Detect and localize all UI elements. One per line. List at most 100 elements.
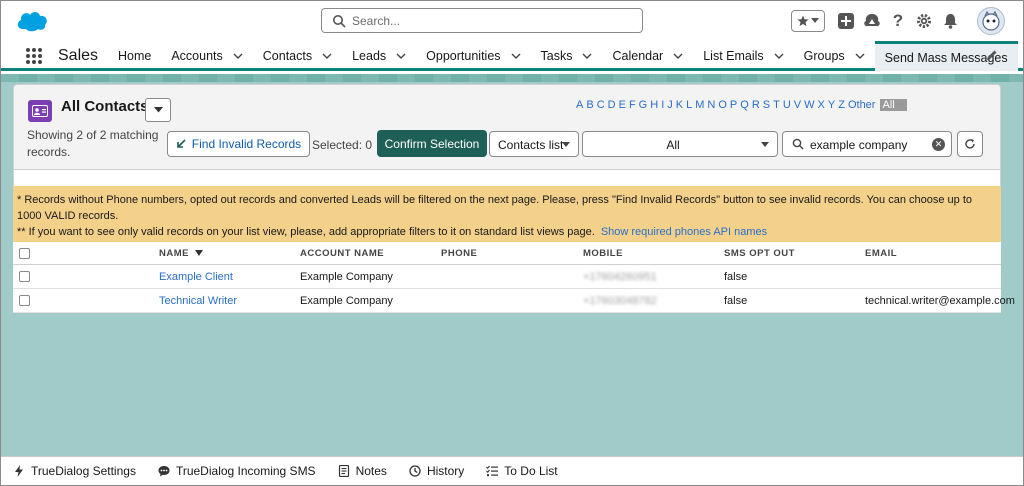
list-search-input[interactable]: example company ✕ <box>782 131 952 157</box>
nav-item-groups[interactable]: Groups <box>794 41 875 71</box>
row-checkbox[interactable] <box>19 271 30 282</box>
nav-item-label: Calendar <box>612 49 664 63</box>
find-invalid-records-button[interactable]: Find Invalid Records <box>167 131 310 157</box>
contact-name-link[interactable]: Technical Writer <box>159 289 237 312</box>
chevron-down-icon[interactable] <box>582 51 592 61</box>
alphabet-letter-r[interactable]: R <box>752 99 760 111</box>
utility-item-to-do-list[interactable]: To Do List <box>486 464 558 478</box>
clear-search-icon[interactable]: ✕ <box>932 138 945 151</box>
alphabet-letter-i[interactable]: I <box>661 99 664 111</box>
app-launcher-icon[interactable] <box>26 48 42 64</box>
alphabet-filter: A B C D E F G H I J K L M N O P Q R S T U V W X Y Z Other All <box>576 99 907 111</box>
alphabet-letter-o[interactable]: O <box>718 99 727 111</box>
nav-item-home[interactable]: Home <box>108 41 161 71</box>
chevron-down-icon[interactable] <box>511 51 521 61</box>
utility-item-truedialog-settings[interactable]: TrueDialog Settings <box>13 464 136 478</box>
nav-item-list-emails[interactable]: List Emails <box>693 41 793 71</box>
alphabet-letter-a[interactable]: A <box>576 99 583 111</box>
notes-icon <box>338 465 349 477</box>
add-icon[interactable] <box>837 12 855 30</box>
column-header-email[interactable]: EMAIL <box>865 242 897 264</box>
show-phones-api-link[interactable]: Show required phones API names <box>601 226 767 238</box>
alphabet-letter-f[interactable]: F <box>629 99 636 111</box>
alphabet-letter-v[interactable]: V <box>794 99 801 111</box>
column-header-account[interactable]: ACCOUNT NAME <box>300 242 384 264</box>
alphabet-letter-j[interactable]: J <box>667 99 673 111</box>
alphabet-letter-c[interactable]: C <box>597 99 605 111</box>
alphabet-letter-n[interactable]: N <box>707 99 715 111</box>
chevron-down-icon <box>153 107 163 113</box>
nav-item-label: Leads <box>352 49 387 63</box>
avatar[interactable] <box>977 7 1005 35</box>
edit-nav-icon[interactable] <box>986 49 998 61</box>
utility-item-notes[interactable]: Notes <box>338 464 387 478</box>
alphabet-letter-d[interactable]: D <box>608 99 616 111</box>
alphabet-letter-q[interactable]: Q <box>740 99 749 111</box>
alphabet-letter-g[interactable]: G <box>639 99 648 111</box>
nav-item-leads[interactable]: Leads <box>342 41 416 71</box>
app-name: Sales <box>58 47 99 64</box>
chevron-down-icon[interactable] <box>774 51 784 61</box>
alphabet-letter-y[interactable]: Y <box>828 99 835 111</box>
refresh-button[interactable] <box>957 131 983 157</box>
arrow-down-left-icon <box>176 139 186 148</box>
alphabet-letter-t[interactable]: T <box>773 99 780 111</box>
confirm-selection-button[interactable]: Confirm Selection <box>377 130 487 157</box>
alphabet-letter-h[interactable]: H <box>650 99 658 111</box>
trailhead-icon[interactable] <box>863 12 881 30</box>
list-view-dropdown-button[interactable] <box>145 98 171 122</box>
alphabet-letter-other[interactable]: Other <box>848 99 876 111</box>
nav-item-tasks[interactable]: Tasks <box>531 41 603 71</box>
bell-icon[interactable] <box>941 12 959 30</box>
row-checkbox[interactable] <box>19 295 30 306</box>
help-icon[interactable]: ? <box>889 11 907 30</box>
nav-item-label: Opportunities <box>426 49 501 63</box>
alphabet-letter-e[interactable]: E <box>619 99 626 111</box>
alphabet-letter-x[interactable]: X <box>818 99 825 111</box>
alphabet-letter-w[interactable]: W <box>804 99 814 111</box>
nav-item-label: Accounts <box>171 49 223 63</box>
lightning-icon <box>15 465 23 477</box>
favorites-button[interactable] <box>791 10 825 32</box>
nav-item-opportunities[interactable]: Opportunities <box>416 41 530 71</box>
nav-item-calendar[interactable]: Calendar <box>602 41 693 71</box>
alphabet-letter-m[interactable]: M <box>695 99 704 111</box>
column-header-mobile[interactable]: MOBILE <box>583 242 623 264</box>
salesforce-cloud-icon[interactable] <box>15 9 49 33</box>
list-view-title: All Contacts <box>61 98 149 115</box>
column-header-name[interactable]: NAME <box>159 242 203 264</box>
refresh-icon <box>965 139 975 149</box>
chevron-down-icon[interactable] <box>673 51 683 61</box>
alphabet-letter-s[interactable]: S <box>763 99 770 111</box>
select-all-checkbox[interactable] <box>19 248 30 259</box>
account-name-cell: Example Company <box>300 294 393 307</box>
alphabet-letter-k[interactable]: K <box>676 99 683 111</box>
gear-icon[interactable] <box>915 12 933 30</box>
nav-item-contacts[interactable]: Contacts <box>253 41 342 71</box>
utility-item-history[interactable]: History <box>409 464 464 478</box>
chevron-down-icon[interactable] <box>322 51 332 61</box>
alphabet-letter-all[interactable]: All <box>880 99 907 111</box>
nav-item-more[interactable]: More <box>1018 41 1023 71</box>
nav-item-accounts[interactable]: Accounts <box>161 41 252 71</box>
chevron-down-icon[interactable] <box>233 51 243 61</box>
utility-item-truedialog-incoming-sms[interactable]: TrueDialog Incoming SMS <box>158 464 316 478</box>
alphabet-letter-u[interactable]: U <box>783 99 791 111</box>
banner-line-2-text: ** If you want to see only valid records… <box>17 226 595 238</box>
chevron-down-icon[interactable] <box>855 51 865 61</box>
app-navigation-bar: Sales Home Accounts Contacts Leads Opportuni… <box>1 41 1023 71</box>
list-type-value: Contacts list <box>498 138 564 152</box>
alphabet-letter-b[interactable]: B <box>586 99 593 111</box>
global-search-input[interactable]: Search... <box>321 8 643 33</box>
nav-item-label: List Emails <box>703 49 764 63</box>
column-header-phone[interactable]: PHONE <box>441 242 477 264</box>
contact-name-link[interactable]: Example Client <box>159 265 233 288</box>
alphabet-letter-p[interactable]: P <box>730 99 737 111</box>
column-header-sms-opt-out[interactable]: SMS OPT OUT <box>724 242 795 264</box>
alphabet-letter-z[interactable]: Z <box>838 99 845 111</box>
contacts-table: NAME ACCOUNT NAME PHONE MOBILE SMS OPT O… <box>13 242 1015 313</box>
chevron-down-icon[interactable] <box>396 51 406 61</box>
list-view-filter-select[interactable]: All <box>582 131 778 157</box>
alphabet-letter-l[interactable]: L <box>686 99 692 111</box>
list-type-select[interactable]: Contacts list <box>489 131 579 157</box>
